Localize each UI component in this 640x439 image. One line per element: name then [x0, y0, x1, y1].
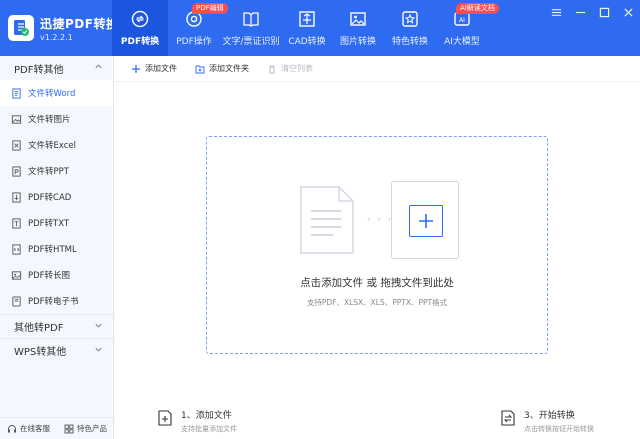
sidebar: PDF转其他 文件转Word 文件转图片 文件转Excel 文件转PPT PDF…: [0, 56, 114, 439]
sidebar-footer: 在线客服 特色产品: [0, 417, 114, 439]
group-label: PDF转其他: [14, 64, 64, 76]
sidebar-item-file-to-image[interactable]: 文件转图片: [0, 106, 113, 132]
tab-label: PDF转换: [120, 37, 160, 47]
tab-label: PDF操作: [176, 37, 212, 47]
ppt-icon: [10, 165, 22, 177]
clear-list-label: 清空列表: [281, 64, 313, 73]
app-logo-icon: [8, 15, 34, 41]
footer-label: 特色产品: [77, 424, 107, 433]
step-start-convert: 3、开始转换 点击转换按钮开始转换: [500, 408, 594, 434]
sidebar-item-label: 文件转图片: [28, 115, 71, 125]
step-title: 3、开始转换: [524, 411, 575, 421]
star-icon: [401, 10, 419, 28]
sidebar-group-other-to-pdf[interactable]: 其他转PDF: [0, 314, 113, 338]
step-add-file: 1、添加文件 支持批量添加文件: [157, 408, 237, 434]
menu-icon[interactable]: [550, 6, 562, 18]
online-service-button[interactable]: 在线客服: [7, 423, 50, 434]
grid-icon: [64, 424, 74, 433]
featured-products-button[interactable]: 特色产品: [64, 423, 107, 434]
add-file-label: 添加文件: [145, 64, 177, 73]
svg-text:AI: AI: [459, 17, 465, 24]
step-desc: 点击转换按钮开始转换: [524, 425, 594, 433]
drop-zone-subtitle: 支持PDF、XLSX、XLS、PPTX、PPT格式: [306, 298, 448, 307]
cad-icon: [10, 191, 22, 203]
sidebar-item-label: PDF转长图: [28, 271, 71, 281]
convert-icon: [131, 10, 149, 28]
sidebar-item-label: 文件转Excel: [28, 141, 77, 151]
group-label: WPS转其他: [14, 347, 67, 358]
excel-icon: [10, 139, 22, 151]
tab-special-convert[interactable]: 特色转换: [384, 0, 436, 56]
tab-label: AI大模型: [444, 37, 480, 47]
book-icon: [242, 10, 260, 28]
document-icon: [300, 186, 354, 254]
toolbar: 添加文件 添加文件夹 清空列表: [115, 56, 640, 82]
file-drop-zone[interactable]: › › › 点击添加文件 或 拖拽文件到此处 支持PDF、XLSX、XLS、PP…: [206, 136, 548, 354]
cad-icon: [298, 10, 316, 28]
plus-icon: [132, 64, 140, 73]
convert-document-icon: [500, 410, 516, 426]
long-image-icon: [10, 269, 22, 281]
chevron-down-icon: [94, 321, 103, 333]
ebook-icon: [10, 295, 22, 307]
chevron-up-icon: [94, 62, 103, 74]
sidebar-item-pdf-to-long-image[interactable]: PDF转长图: [0, 262, 113, 288]
sidebar-item-label: 文件转Word: [28, 89, 76, 99]
image-icon: [10, 113, 22, 125]
image-icon: [349, 10, 367, 28]
folder-plus-icon: [195, 65, 205, 73]
tab-label: CAD转换: [288, 37, 326, 47]
sidebar-item-label: PDF转HTML: [28, 245, 77, 255]
arrow-icon: › › ›: [367, 215, 394, 225]
drop-zone-title: 点击添加文件 或 拖拽文件到此处: [300, 277, 454, 289]
trash-icon: [269, 65, 275, 73]
tab-pdf-convert[interactable]: PDF转换: [112, 0, 168, 56]
main-nav: PDF转换 PDF编辑 PDF操作 文字/票证识别 CAD转换 图片转换 特色转…: [112, 0, 499, 56]
step-desc: 支持批量添加文件: [181, 425, 237, 433]
headset-icon: [8, 424, 16, 432]
footer-label: 在线客服: [20, 424, 50, 433]
add-folder-label: 添加文件夹: [209, 64, 249, 73]
plus-icon: [409, 205, 443, 237]
top-bar: 迅捷PDF转换器 v1.2.2.1 PDF转换 PDF编辑 PDF操作 文字/票…: [0, 0, 640, 56]
window-controls: [550, 6, 634, 18]
sidebar-item-label: 文件转PPT: [28, 167, 69, 177]
tab-image-convert[interactable]: 图片转换: [332, 0, 384, 56]
chevron-down-icon: [94, 345, 103, 357]
tab-pdf-operate[interactable]: PDF编辑 PDF操作: [168, 0, 228, 56]
txt-icon: [10, 217, 22, 229]
group-label: 其他转PDF: [14, 323, 64, 334]
step-title: 1、添加文件: [181, 411, 232, 421]
add-file-box[interactable]: [391, 181, 459, 259]
tab-label: 图片转换: [339, 37, 376, 47]
sidebar-item-file-to-ppt[interactable]: 文件转PPT: [0, 158, 113, 184]
word-icon: [10, 87, 22, 99]
sidebar-item-pdf-to-html[interactable]: PDF转HTML: [0, 236, 113, 262]
clear-list-button[interactable]: 清空列表: [267, 63, 313, 74]
sidebar-item-pdf-to-ebook[interactable]: PDF转电子书: [0, 288, 113, 314]
sidebar-item-label: PDF转TXT: [28, 219, 70, 229]
sidebar-group-wps-to-other[interactable]: WPS转其他: [0, 338, 113, 362]
close-icon[interactable]: [622, 6, 634, 18]
badge-ai-doc: AI解读文档: [456, 3, 499, 14]
sidebar-group-pdf-to-other[interactable]: PDF转其他: [0, 56, 113, 80]
sidebar-item-file-to-excel[interactable]: 文件转Excel: [0, 132, 113, 158]
sidebar-item-pdf-to-txt[interactable]: PDF转TXT: [0, 210, 113, 236]
add-file-button[interactable]: 添加文件: [131, 63, 177, 74]
sidebar-item-file-to-word[interactable]: 文件转Word: [0, 80, 113, 106]
tab-ocr[interactable]: 文字/票证识别: [220, 0, 282, 56]
add-document-icon: [157, 410, 173, 426]
sidebar-item-label: PDF转电子书: [28, 297, 79, 307]
tab-cad-convert[interactable]: CAD转换: [282, 0, 332, 56]
tab-label: 文字/票证识别: [222, 37, 280, 47]
sidebar-item-label: PDF转CAD: [28, 193, 72, 203]
minimize-icon[interactable]: [574, 6, 586, 18]
maximize-icon[interactable]: [598, 6, 610, 18]
sidebar-item-pdf-to-cad[interactable]: PDF转CAD: [0, 184, 113, 210]
html-icon: [10, 243, 22, 255]
tab-ai-model[interactable]: AI解读文档 AI AI大模型: [436, 0, 499, 56]
tab-label: 特色转换: [391, 37, 428, 47]
add-folder-button[interactable]: 添加文件夹: [195, 63, 249, 74]
